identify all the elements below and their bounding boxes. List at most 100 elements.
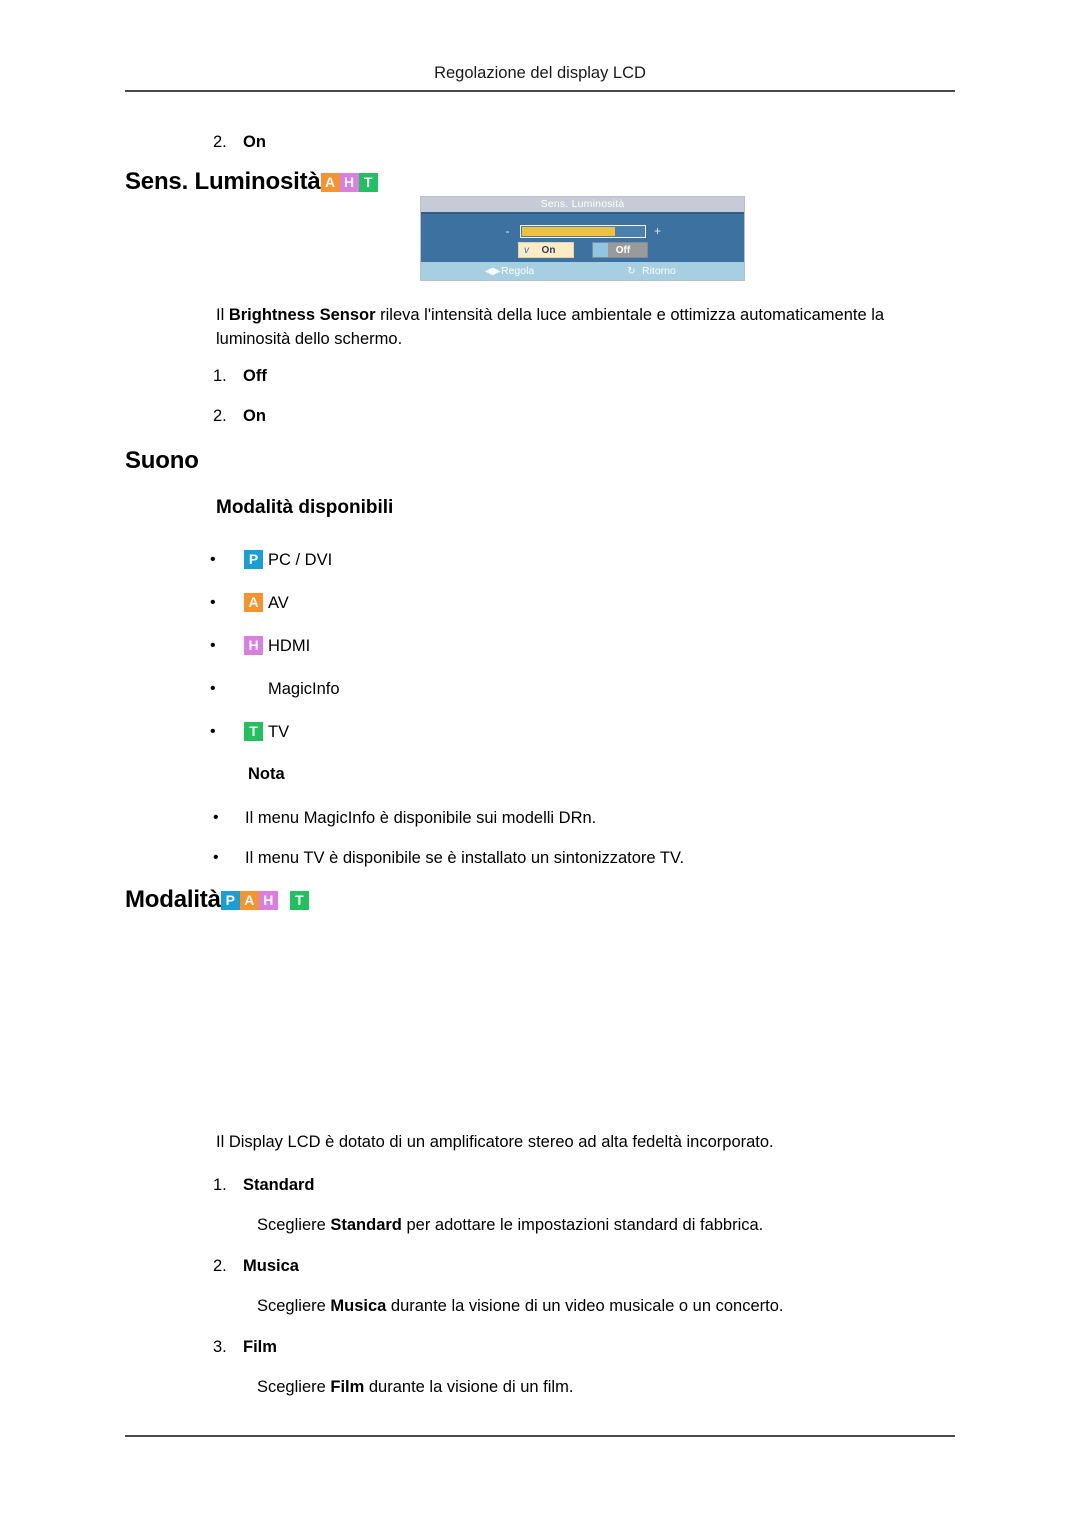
badge-pc: P (220, 890, 240, 910)
osd-minus-icon[interactable]: - (496, 225, 520, 237)
desc-bold: Film (330, 1378, 365, 1396)
mode-label-av: AV (268, 593, 289, 612)
heading-modalita: Modalità P A H T (125, 886, 309, 914)
badge-tv: T (244, 722, 263, 741)
osd-footer-adjust-label: Regola (501, 265, 535, 277)
desc-bold: Standard (330, 1216, 402, 1234)
list-item: • P PC / DVI (210, 538, 340, 581)
list-item: • A AV (210, 581, 340, 624)
list-item-number: 2. (213, 133, 227, 151)
list-item-number: 1. (213, 1176, 227, 1194)
bullet-icon: • (210, 636, 216, 654)
badge-tv: T (358, 172, 378, 192)
paragraph-musica-desc: Scegliere Musica durante la visione di u… (257, 1294, 957, 1318)
list-item-label: Musica (243, 1257, 299, 1275)
paragraph-amplifier: Il Display LCD è dotato di un amplificat… (216, 1133, 774, 1151)
osd-slider-row: - + (421, 222, 744, 240)
heading-text: Suono (125, 447, 199, 474)
subheading-modalita-disponibili: Modalità disponibili (216, 497, 394, 518)
badge-hdmi: H (339, 172, 359, 192)
heading-text: Sens. Luminosità (125, 168, 321, 195)
mode-label-pc-dvi: PC / DVI (268, 550, 333, 569)
desc-bold: Musica (330, 1297, 387, 1315)
osd-title: Sens. Luminosità (421, 197, 744, 214)
list-item: • Il menu TV è disponibile se è installa… (213, 847, 953, 869)
badge-hdmi: H (244, 636, 263, 655)
bullet-icon: • (210, 593, 216, 611)
badge-pc: P (244, 550, 263, 569)
mode-label-magicinfo: MagicInfo (268, 679, 340, 698)
osd-off-button[interactable]: Off (591, 242, 648, 258)
paragraph-bold: Brightness Sensor (228, 306, 376, 324)
heading-badges: P A H T (220, 890, 309, 910)
paragraph-pre: Il (216, 306, 229, 324)
list-item-number: 2. (213, 1257, 227, 1275)
list-item-on-top: 2. On (213, 131, 266, 153)
footer-rule (125, 1435, 955, 1437)
osd-plus-icon[interactable]: + (646, 225, 670, 237)
mode-label-hdmi: HDMI (268, 636, 311, 655)
heading-suono: Suono (125, 447, 199, 475)
osd-body: - + v On Off (421, 214, 744, 262)
list-item-number: 1. (213, 367, 227, 385)
list-item-label: On (243, 407, 266, 425)
list-item-label: On (243, 133, 266, 151)
note-text: Il menu TV è disponibile se è installato… (245, 849, 685, 867)
badge-placeholder (244, 679, 263, 698)
badge-av: A (239, 890, 259, 910)
list-item-on: 2. On (213, 405, 266, 427)
list-item: • H HDMI (210, 624, 340, 667)
list-item-label: Film (243, 1338, 277, 1356)
osd-screenshot-sens-luminosita: Sens. Luminosità - + v On Off ◀▶ Regola … (420, 196, 745, 281)
osd-on-label: On (541, 244, 556, 256)
list-item-number: 2. (213, 407, 227, 425)
document-page: Regolazione del display LCD 2. On Sens. L… (0, 0, 1080, 1527)
osd-slider[interactable] (519, 224, 646, 238)
bullet-icon: • (213, 849, 219, 866)
desc-post: durante la visione di un film. (364, 1378, 574, 1396)
list-item-musica: 2. Musica (213, 1255, 299, 1277)
list-item-off: 1. Off (213, 365, 267, 387)
heading-text: Modalità (125, 886, 221, 913)
desc-pre: Scegliere (257, 1378, 331, 1396)
page-header-title: Regolazione del display LCD (434, 64, 646, 82)
list-item-number: 3. (213, 1338, 227, 1356)
bullet-icon: • (210, 722, 216, 740)
osd-on-button[interactable]: v On (517, 242, 574, 258)
osd-footer-adjust[interactable]: ◀▶ Regola (485, 265, 534, 277)
heading-sens-luminosita: Sens. Luminosità A H T (125, 168, 378, 196)
osd-footer-return-label: Ritorno (642, 265, 676, 277)
osd-off-swatch (592, 243, 608, 257)
check-icon: v (524, 244, 529, 256)
return-circle-icon: ↻ (627, 265, 636, 277)
note-text: Il menu MagicInfo è disponibile sui mode… (245, 809, 597, 827)
paragraph-film-desc: Scegliere Film durante la visione di un … (257, 1375, 957, 1399)
list-item: • T TV (210, 710, 340, 753)
adjust-arrows-icon: ◀▶ (485, 265, 501, 277)
header-rule (125, 90, 955, 92)
list-item-label: Standard (243, 1176, 315, 1194)
osd-button-row: v On Off (421, 240, 744, 260)
bullet-icon: • (210, 550, 216, 568)
badge-tv: T (289, 890, 309, 910)
mode-label-tv: TV (268, 722, 290, 741)
bullet-icon: • (210, 679, 216, 697)
note-title: Nota (248, 765, 285, 783)
heading-badges: A H T (320, 172, 378, 192)
badge-hdmi: H (258, 890, 278, 910)
desc-post: per adottare le impostazioni standard di… (401, 1216, 764, 1234)
paragraph-standard-desc: Scegliere Standard per adottare le impos… (257, 1213, 957, 1237)
osd-off-label: Off (615, 244, 631, 256)
bullet-icon: • (213, 809, 219, 826)
list-item-label: Off (243, 367, 267, 385)
list-item: • MagicInfo (210, 667, 340, 710)
osd-footer-return[interactable]: ↻ Ritorno (626, 265, 676, 277)
list-item-standard: 1. Standard (213, 1174, 315, 1196)
note-list: • Il menu MagicInfo è disponibile sui mo… (213, 807, 953, 887)
badge-av: A (244, 593, 263, 612)
list-item-film: 3. Film (213, 1336, 277, 1358)
desc-pre: Scegliere (257, 1216, 331, 1234)
desc-post: durante la visione di un video musicale … (386, 1297, 784, 1315)
osd-footer: ◀▶ Regola ↻ Ritorno (421, 262, 744, 280)
osd-slider-fill (521, 226, 616, 236)
